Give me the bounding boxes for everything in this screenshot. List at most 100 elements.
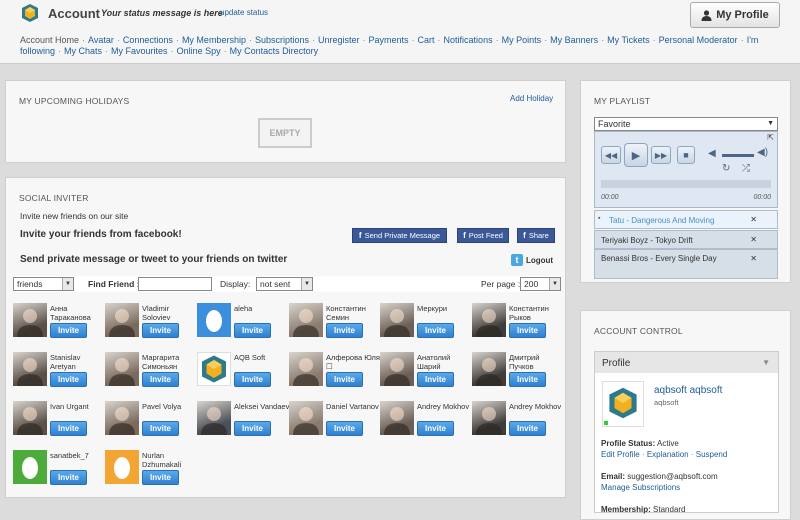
update-status-link[interactable]: update status: [220, 8, 268, 17]
add-holiday-link[interactable]: Add Holiday: [510, 94, 553, 103]
remove-track-icon[interactable]: ✕: [750, 215, 757, 224]
nav-link[interactable]: Connections: [123, 35, 173, 45]
invite-button[interactable]: Invite: [50, 372, 87, 387]
find-friend-input[interactable]: [138, 277, 212, 291]
friend-card: Pavel Volya Invite: [105, 401, 195, 447]
invite-button[interactable]: Invite: [142, 372, 179, 387]
explanation-link[interactable]: Explanation: [647, 450, 689, 459]
friend-name: aleha: [234, 304, 253, 313]
invite-button[interactable]: Invite: [326, 421, 363, 436]
nav-link[interactable]: My Contacts Directory: [230, 46, 319, 56]
invite-button[interactable]: Invite: [50, 323, 87, 338]
track-title: Teriyaki Boyz - Tokyo Drift: [601, 236, 693, 245]
forward-button[interactable]: ▶▶: [651, 146, 671, 164]
suspend-link[interactable]: Suspend: [696, 450, 728, 459]
nav-separator: ·: [223, 46, 227, 56]
manage-subscriptions-link[interactable]: Manage Subscriptions: [601, 483, 680, 492]
seek-bar[interactable]: [601, 180, 771, 188]
my-profile-button[interactable]: My Profile: [690, 2, 780, 28]
edit-profile-link[interactable]: Edit Profile: [601, 450, 640, 459]
invite-button[interactable]: Invite: [509, 421, 546, 436]
rewind-button[interactable]: ◀◀: [601, 146, 621, 164]
invite-button[interactable]: Invite: [509, 323, 546, 338]
friend-name: AQB Soft: [234, 353, 266, 362]
invite-button[interactable]: Invite: [509, 372, 546, 387]
email-value: suggestion@aqbsoft.com: [627, 472, 718, 481]
nav-separator: ·: [175, 35, 179, 45]
per-page-select[interactable]: 200 ▼: [520, 277, 561, 291]
nav-link[interactable]: Personal Moderator: [659, 35, 738, 45]
profile-avatar[interactable]: [602, 381, 644, 427]
playlist-track[interactable]: Teriyaki Boyz - Tokyo Drift ✕: [594, 230, 778, 249]
nav-separator: ·: [740, 35, 744, 45]
remove-track-icon[interactable]: ✕: [750, 235, 757, 244]
nav-link[interactable]: Subscriptions: [255, 35, 309, 45]
nav-link[interactable]: Payments: [369, 35, 409, 45]
playlist-track[interactable]: ▪ Tatu - Dangerous And Moving ✕: [594, 210, 778, 229]
display-select[interactable]: not sent ▼: [256, 277, 313, 291]
friend-card: Константин Рыков Invite: [472, 303, 562, 349]
invite-button[interactable]: Invite: [234, 323, 271, 338]
invite-button[interactable]: Invite: [326, 323, 363, 338]
invite-button[interactable]: Invite: [234, 372, 271, 387]
page-header: Account Your status message is here upda…: [0, 0, 800, 64]
nav-link[interactable]: My Points: [502, 35, 542, 45]
track-title: Tatu - Dangerous And Moving: [609, 216, 715, 225]
play-button[interactable]: ▶: [624, 143, 648, 167]
friend-card: sanatbek_7 Invite: [13, 450, 103, 496]
twitter-logout-button[interactable]: t Logout: [511, 253, 553, 267]
track-title: Benassi Bros - Every Single Day: [601, 254, 717, 263]
friend-name: sanatbek_7: [50, 451, 89, 460]
invite-button[interactable]: Invite: [142, 421, 179, 436]
social-inviter-title: SOCIAL INVITER: [19, 193, 89, 203]
site-logo-icon[interactable]: [20, 3, 40, 23]
invite-button[interactable]: Invite: [234, 421, 271, 436]
invite-button[interactable]: Invite: [142, 470, 179, 485]
invite-button[interactable]: Invite: [50, 470, 87, 485]
remove-track-icon[interactable]: ✕: [750, 254, 757, 263]
nav-link[interactable]: Notifications: [444, 35, 493, 45]
playlist-select[interactable]: Favorite ▼: [594, 117, 778, 131]
friend-avatar: [289, 303, 323, 337]
facebook-icon: f: [463, 231, 466, 240]
nav-separator: ·: [652, 35, 656, 45]
volume-mute-icon[interactable]: ◀: [708, 148, 716, 159]
send-private-message-button[interactable]: f Send Private Message: [352, 228, 447, 243]
nav-link[interactable]: Cart: [418, 35, 435, 45]
nav-link[interactable]: My Chats: [64, 46, 102, 56]
stop-button[interactable]: ■: [677, 146, 695, 164]
friend-avatar: [289, 352, 323, 386]
invite-button[interactable]: Invite: [326, 372, 363, 387]
nav-link[interactable]: My Membership: [182, 35, 246, 45]
nav-link[interactable]: My Tickets: [607, 35, 650, 45]
friend-name: Анна Тараканова: [50, 304, 91, 322]
nav-link[interactable]: My Banners: [550, 35, 598, 45]
friend-name: Stanislav Aretyan: [50, 353, 81, 371]
friend-card: Анна Тараканова Invite: [13, 303, 103, 349]
share-button[interactable]: f Share: [517, 228, 555, 243]
shuffle-icon[interactable]: ⤮: [742, 163, 750, 174]
nav-link[interactable]: My Favourites: [111, 46, 168, 56]
invite-button[interactable]: Invite: [417, 421, 454, 436]
profile-tab-header[interactable]: Profile ▼: [594, 351, 779, 374]
popout-icon[interactable]: ⇱: [767, 133, 774, 142]
playlist-track[interactable]: Benassi Bros - Every Single Day ✕: [594, 249, 778, 279]
nav-link[interactable]: Avatar: [88, 35, 114, 45]
volume-max-icon[interactable]: ◀): [757, 147, 768, 158]
friends-filter-value: friends: [17, 279, 43, 289]
friend-avatar: [380, 401, 414, 435]
repeat-icon[interactable]: ↻: [722, 163, 730, 174]
company-logo-icon: [197, 352, 231, 386]
invite-button[interactable]: Invite: [50, 421, 87, 436]
volume-slider[interactable]: [722, 154, 754, 157]
friends-filter-select[interactable]: friends ▼: [13, 277, 74, 291]
nav-link[interactable]: Online Spy: [177, 46, 221, 56]
invite-button[interactable]: Invite: [142, 323, 179, 338]
profile-name-link[interactable]: aqbsoft aqbsoft: [654, 385, 722, 396]
invite-button[interactable]: Invite: [417, 372, 454, 387]
nav-link[interactable]: Account Home: [20, 35, 79, 45]
nav-link[interactable]: Unregister: [318, 35, 360, 45]
invite-button[interactable]: Invite: [417, 323, 454, 338]
post-feed-button[interactable]: f Post Feed: [457, 228, 509, 243]
friend-avatar: [289, 401, 323, 435]
